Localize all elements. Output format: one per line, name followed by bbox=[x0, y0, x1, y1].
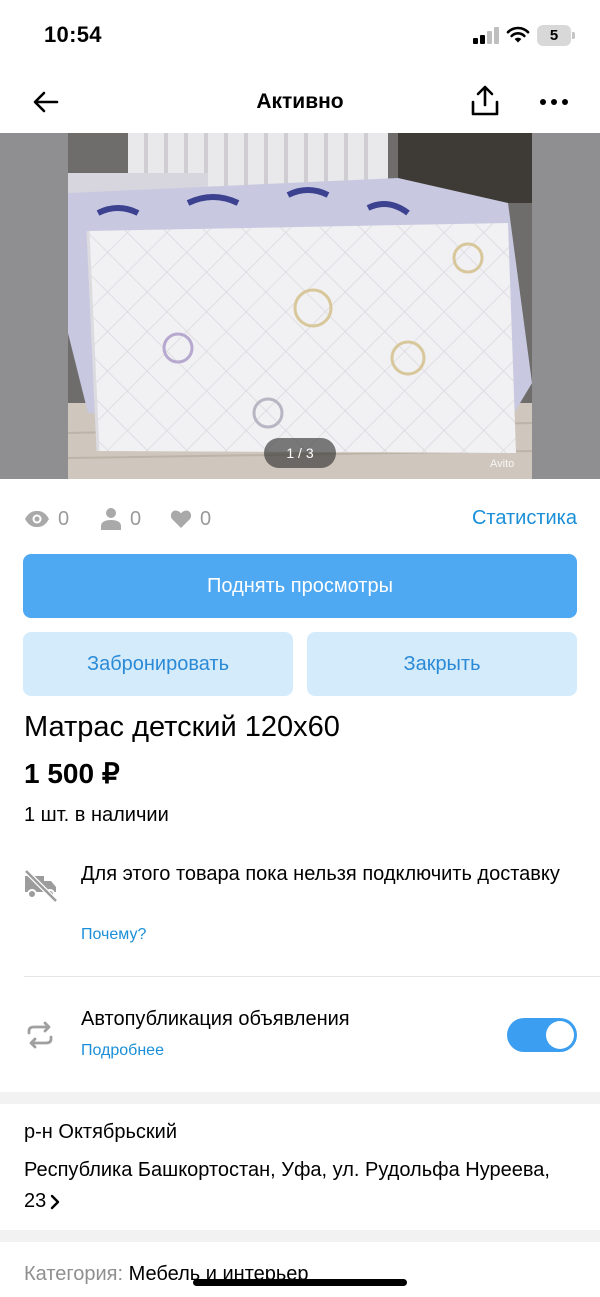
status-bar: 10:54 5 bbox=[0, 0, 600, 70]
ad-title: Матрас детский 120х60 bbox=[24, 711, 340, 743]
section-separator bbox=[0, 1230, 600, 1242]
views-count: 0 bbox=[58, 507, 70, 530]
delivery-unavailable-icon bbox=[24, 870, 58, 902]
autopublish-toggle[interactable] bbox=[507, 1018, 577, 1052]
contacts-count: 0 bbox=[130, 507, 142, 530]
views-stat: 0 bbox=[24, 503, 69, 535]
ad-price: 1 500 ₽ bbox=[24, 758, 120, 789]
page-title: Активно bbox=[256, 90, 344, 113]
home-indicator bbox=[193, 1279, 407, 1286]
divider bbox=[24, 976, 600, 977]
reserve-button[interactable]: Забронировать bbox=[23, 632, 293, 696]
district: р-н Октябрьский bbox=[24, 1121, 177, 1143]
promote-views-button[interactable]: Поднять просмотры bbox=[23, 554, 577, 618]
address-text: Республика Башкортостан, Уфа, ул. Рудоль… bbox=[24, 1159, 550, 1212]
contacts-stat: 0 bbox=[100, 503, 141, 535]
autopublish-details-link[interactable]: Подробнее bbox=[81, 1042, 164, 1060]
wifi-icon bbox=[506, 26, 530, 43]
stock-info: 1 шт. в наличии bbox=[24, 804, 169, 826]
more-options-icon[interactable] bbox=[538, 92, 570, 112]
photo-gallery[interactable]: 1 / 3 Avito bbox=[0, 133, 600, 479]
person-icon bbox=[101, 508, 121, 530]
toggle-knob bbox=[546, 1021, 574, 1049]
mattress-photo bbox=[68, 133, 532, 479]
close-ad-button[interactable]: Закрыть bbox=[307, 632, 577, 696]
eye-icon bbox=[25, 511, 49, 527]
favorites-count: 0 bbox=[200, 507, 212, 530]
avito-watermark: Avito bbox=[490, 458, 515, 470]
favorites-stat: 0 bbox=[170, 503, 211, 535]
category-label: Категория: bbox=[24, 1263, 124, 1285]
nav-bar: Активно bbox=[0, 72, 600, 132]
address-link[interactable]: Республика Башкортостан, Уфа, ул. Рудоль… bbox=[24, 1155, 574, 1217]
why-link[interactable]: Почему? bbox=[81, 926, 146, 944]
status-time: 10:54 bbox=[44, 22, 102, 47]
statistics-link[interactable]: Статистика bbox=[472, 507, 577, 530]
chevron-right-icon bbox=[51, 1194, 60, 1209]
cellular-signal-icon bbox=[473, 27, 499, 44]
photo-counter: 1 / 3 bbox=[264, 438, 336, 468]
battery-icon: 5 bbox=[537, 25, 575, 46]
repeat-icon bbox=[27, 1021, 53, 1049]
share-icon[interactable] bbox=[470, 84, 500, 118]
section-separator bbox=[0, 1092, 600, 1104]
heart-icon bbox=[170, 510, 192, 528]
stats-row: 0 0 0 Статистика bbox=[24, 503, 577, 535]
delivery-notice: Для этого товара пока нельзя подключить … bbox=[81, 863, 560, 885]
battery-level: 5 bbox=[537, 25, 571, 46]
autopublish-title: Автопубликация объявления bbox=[81, 1008, 350, 1030]
